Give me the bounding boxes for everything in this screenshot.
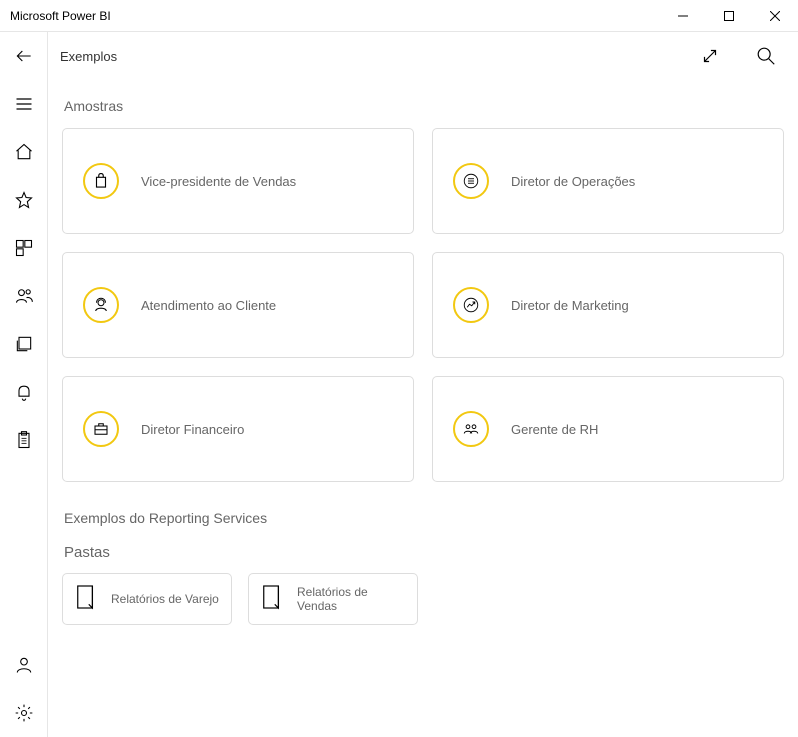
clipboard-button[interactable]: [0, 416, 48, 464]
chart-up-icon: [453, 287, 489, 323]
home-icon: [14, 142, 34, 162]
back-icon: [14, 46, 34, 66]
people-icon: [14, 286, 34, 306]
folder-icon: [75, 584, 97, 615]
expand-icon: [699, 45, 721, 67]
sample-card-vp-sales[interactable]: Vice-presidente de Vendas: [62, 128, 414, 234]
shared-button[interactable]: [0, 272, 48, 320]
sample-card-marketing[interactable]: Diretor de Marketing: [432, 252, 784, 358]
star-icon: [14, 190, 34, 210]
samples-section-title: Amostras: [64, 98, 784, 114]
search-icon: [755, 45, 777, 67]
person-icon: [14, 655, 34, 675]
briefcase-icon: [83, 411, 119, 447]
card-label: Diretor Financeiro: [141, 422, 244, 437]
sidebar: [0, 32, 48, 737]
gear-icon: [14, 703, 34, 723]
close-button[interactable]: [752, 0, 798, 32]
folder-label: Relatórios de Varejo: [111, 592, 219, 606]
page-title: Exemplos: [60, 49, 117, 64]
card-label: Diretor de Operações: [511, 174, 635, 189]
menu-button[interactable]: [0, 80, 48, 128]
maximize-icon: [724, 11, 734, 21]
card-label: Gerente de RH: [511, 422, 598, 437]
stack-icon: [14, 334, 34, 354]
clipboard-icon: [14, 430, 34, 450]
folder-retail-reports[interactable]: Relatórios de Varejo: [62, 573, 232, 625]
titlebar: Microsoft Power BI: [0, 0, 798, 32]
expand-button[interactable]: [694, 40, 726, 72]
apps-icon: [14, 238, 34, 258]
window-title: Microsoft Power BI: [10, 9, 111, 23]
shopping-bag-icon: [83, 163, 119, 199]
folders-section-title: Pastas: [64, 544, 784, 561]
apps-button[interactable]: [0, 224, 48, 272]
window-controls: [660, 0, 798, 32]
settings-button[interactable]: [0, 689, 48, 737]
workspaces-button[interactable]: [0, 320, 48, 368]
card-label: Diretor de Marketing: [511, 298, 629, 313]
content-header: Exemplos: [48, 32, 798, 80]
sample-card-customer[interactable]: Atendimento ao Cliente: [62, 252, 414, 358]
search-button[interactable]: [750, 40, 782, 72]
folder-icon: [261, 584, 283, 615]
back-button[interactable]: [0, 32, 48, 80]
content-area: Exemplos Amostras Vice-presidente de Ven…: [48, 32, 798, 737]
favorites-button[interactable]: [0, 176, 48, 224]
bell-icon: [14, 382, 34, 402]
notifications-button[interactable]: [0, 368, 48, 416]
card-label: Atendimento ao Cliente: [141, 298, 276, 313]
card-label: Vice-presidente de Vendas: [141, 174, 296, 189]
folder-sales-reports[interactable]: Relatórios de Vendas: [248, 573, 418, 625]
sample-card-operations[interactable]: Diretor de Operações: [432, 128, 784, 234]
minimize-icon: [678, 11, 688, 21]
close-icon: [770, 11, 780, 21]
minimize-button[interactable]: [660, 0, 706, 32]
maximize-button[interactable]: [706, 0, 752, 32]
rs-section-title: Exemplos do Reporting Services: [64, 510, 784, 526]
people-group-icon: [453, 411, 489, 447]
headset-icon: [83, 287, 119, 323]
folder-label: Relatórios de Vendas: [297, 585, 405, 613]
sample-card-hr[interactable]: Gerente de RH: [432, 376, 784, 482]
home-button[interactable]: [0, 128, 48, 176]
account-button[interactable]: [0, 641, 48, 689]
hamburger-icon: [14, 94, 34, 114]
sample-card-finance[interactable]: Diretor Financeiro: [62, 376, 414, 482]
list-icon: [453, 163, 489, 199]
